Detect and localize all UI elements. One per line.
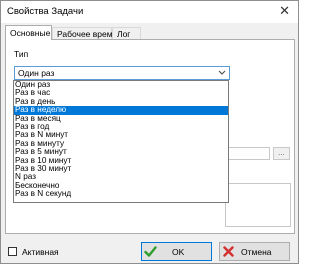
x-icon bbox=[222, 245, 235, 258]
task-properties-dialog: Свойства Задачи ✕ Основные Рабочее время… bbox=[0, 0, 299, 264]
path-field[interactable] bbox=[225, 147, 270, 160]
close-icon[interactable]: ✕ bbox=[279, 4, 290, 18]
cancel-button[interactable]: Отмена bbox=[219, 242, 290, 261]
type-combobox-value: Один раз bbox=[18, 68, 55, 78]
active-checkbox[interactable] bbox=[8, 247, 17, 256]
check-icon bbox=[144, 245, 157, 258]
title-bar: Свойства Задачи ✕ bbox=[1, 1, 298, 23]
tab-log[interactable]: Лог bbox=[112, 27, 141, 39]
tab-main[interactable]: Основные bbox=[5, 25, 52, 40]
type-label: Тип bbox=[14, 49, 29, 59]
dropdown-option[interactable]: Раз в 30 минут bbox=[14, 164, 228, 173]
browse-button[interactable]: ... bbox=[273, 147, 290, 160]
cancel-button-label: Отмена bbox=[241, 247, 272, 257]
ok-button-label: OK bbox=[172, 247, 185, 257]
dropdown-option[interactable]: Раз в N секунд bbox=[14, 189, 228, 198]
type-combobox[interactable]: Один раз bbox=[14, 66, 230, 80]
type-dropdown-list[interactable]: Один раз Раз в час Раз в день Раз в неделю Р… bbox=[13, 80, 229, 203]
details-area[interactable] bbox=[225, 183, 291, 227]
active-checkbox-label: Активная bbox=[22, 247, 59, 257]
window-title: Свойства Задачи bbox=[7, 6, 84, 17]
ok-button[interactable]: OK bbox=[141, 242, 212, 261]
tab-work-time[interactable]: Рабочее время bbox=[52, 27, 117, 39]
